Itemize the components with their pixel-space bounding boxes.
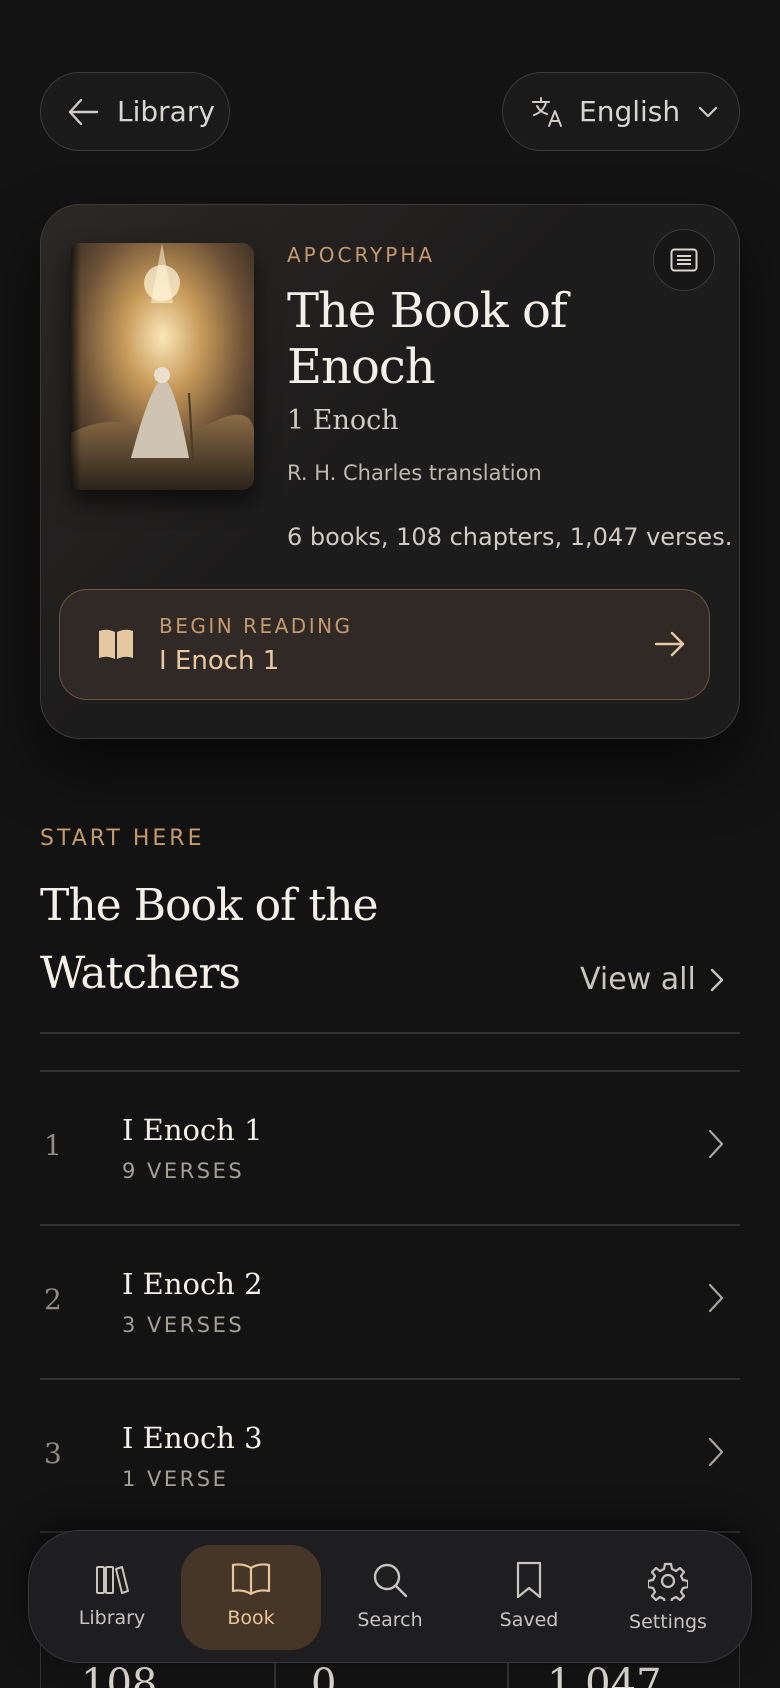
arrow-right-icon: [654, 631, 685, 657]
bottom-navigation: Library Book Search Saved Settings: [28, 1530, 752, 1663]
cover-illustration: [71, 243, 254, 490]
stat-chapters-value: 108: [81, 1661, 158, 1688]
chapter-verse-count: 3 VERSES: [122, 1313, 245, 1337]
table-of-contents-button[interactable]: [653, 229, 715, 291]
nav-settings[interactable]: Settings: [598, 1545, 738, 1650]
book-stats-summary: 6 books, 108 chapters, 1,047 verses.: [287, 523, 733, 551]
arrow-left-icon: [68, 98, 99, 125]
book-subtitle: 1 Enoch: [287, 405, 399, 436]
book-title: The Book of Enoch: [287, 283, 568, 395]
chapter-verse-count: 9 VERSES: [122, 1159, 245, 1183]
chapter-number: 1: [44, 1129, 62, 1162]
chevron-right-icon: [708, 1129, 724, 1159]
chevron-right-icon: [710, 968, 723, 991]
divider: [40, 1032, 740, 1034]
book-hero-card: APOCRYPHA The Book of Enoch 1 Enoch R. H…: [40, 204, 740, 739]
book-category: APOCRYPHA: [287, 243, 436, 267]
back-button-label: Library: [117, 95, 215, 128]
library-icon: [96, 1566, 129, 1594]
view-all-label: View all: [580, 962, 696, 997]
view-all-link[interactable]: View all: [580, 962, 724, 997]
chapter-name: I Enoch 3: [122, 1421, 263, 1455]
nav-book[interactable]: Book: [181, 1545, 321, 1650]
stat-saved-value: 0: [311, 1661, 337, 1688]
search-icon: [373, 1563, 408, 1598]
chevron-right-icon: [708, 1283, 724, 1313]
nav-search[interactable]: Search: [320, 1545, 460, 1650]
language-label: English: [579, 95, 681, 128]
section-eyebrow: START HERE: [40, 826, 205, 851]
nav-label: Settings: [629, 1611, 707, 1633]
language-selector[interactable]: English: [502, 72, 740, 151]
begin-reading-button[interactable]: BEGIN READING I Enoch 1: [59, 589, 710, 700]
bookmark-icon: [516, 1561, 542, 1599]
chapter-row[interactable]: 1 I Enoch 1 9 VERSES: [40, 1071, 740, 1224]
nav-label: Search: [357, 1609, 423, 1631]
stat-verses-value: 1,047: [547, 1661, 662, 1688]
nav-label: Book: [227, 1607, 275, 1629]
section-title: The Book of the Watchers: [40, 880, 379, 999]
chapter-row[interactable]: 3 I Enoch 3 1 VERSE: [40, 1379, 740, 1532]
chapter-number: 2: [44, 1283, 62, 1316]
chapter-name: I Enoch 2: [122, 1267, 263, 1301]
nav-label: Saved: [499, 1609, 559, 1631]
chevron-right-icon: [708, 1437, 724, 1467]
translate-icon: [532, 96, 562, 127]
nav-label: Library: [78, 1607, 146, 1629]
book-overview-screen: Library English APOCRYPHA The Book of En…: [0, 0, 780, 1688]
begin-reading-label: BEGIN READING: [159, 614, 353, 638]
back-to-library-button[interactable]: Library: [40, 72, 230, 151]
book-cover-image[interactable]: [71, 243, 254, 490]
translation-label: R. H. Charles translation: [287, 461, 542, 485]
nav-saved[interactable]: Saved: [459, 1545, 599, 1650]
begin-reading-chapter: I Enoch 1: [159, 646, 280, 676]
list-icon: [670, 248, 698, 272]
chapter-number: 3: [44, 1437, 62, 1470]
chapter-verse-count: 1 VERSE: [122, 1467, 229, 1491]
open-book-icon: [99, 629, 133, 659]
chevron-down-icon: [699, 106, 718, 117]
book-icon: [231, 1563, 271, 1596]
nav-library[interactable]: Library: [42, 1545, 182, 1650]
chapter-row[interactable]: 2 I Enoch 2 3 VERSES: [40, 1225, 740, 1378]
gear-icon: [648, 1562, 688, 1601]
chapter-name: I Enoch 1: [122, 1113, 263, 1147]
